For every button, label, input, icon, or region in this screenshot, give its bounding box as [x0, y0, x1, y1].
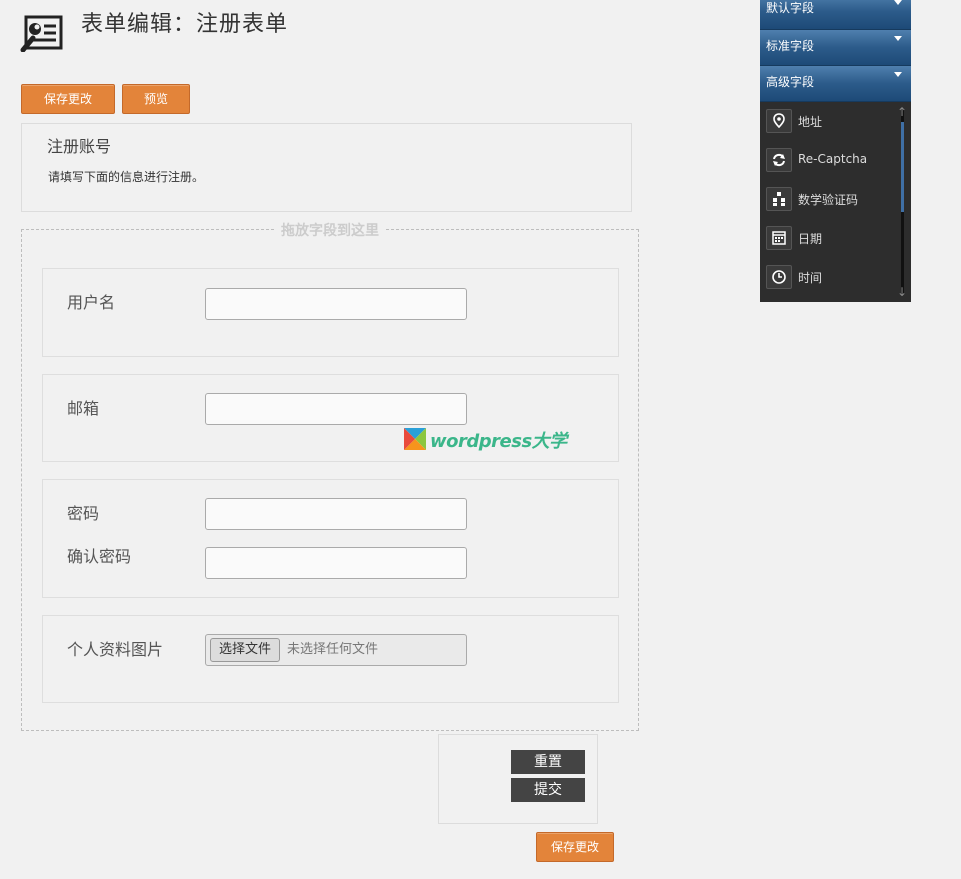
- form-submit-area[interactable]: 重置 提交: [438, 734, 598, 824]
- section-label: 高级字段: [766, 75, 815, 89]
- footer-save-changes-button[interactable]: 保存更改: [536, 832, 614, 862]
- form-heading: 注册账号: [47, 137, 112, 156]
- section-default-fields[interactable]: 默认字段: [760, 0, 911, 30]
- submit-button[interactable]: 提交: [511, 778, 585, 802]
- section-advanced-fields[interactable]: 高级字段: [760, 66, 911, 102]
- form-intro-box[interactable]: 注册账号 请填写下面的信息进行注册。: [21, 123, 632, 212]
- map-pin-icon: [766, 109, 792, 133]
- save-changes-button[interactable]: 保存更改: [21, 84, 115, 114]
- confirm-password-label: 确认密码: [67, 547, 132, 566]
- dropzone-label: 拖放字段到这里: [274, 220, 386, 240]
- form-edit-icon: [20, 15, 63, 52]
- section-label: 默认字段: [766, 1, 815, 15]
- username-input[interactable]: [205, 288, 467, 320]
- field-item-recaptcha[interactable]: Re-Captcha: [766, 148, 904, 172]
- caret-down-icon: [894, 72, 902, 77]
- password-label: 密码: [67, 504, 100, 523]
- field-item-label: 数学验证码: [798, 193, 859, 207]
- field-item-date[interactable]: 日期: [766, 226, 904, 250]
- clock-icon: [766, 265, 792, 289]
- scroll-up-arrow-icon[interactable]: ↑: [897, 106, 907, 118]
- field-item-label: 时间: [798, 271, 823, 285]
- field-item-address[interactable]: 地址: [766, 109, 904, 133]
- page-title: 表单编辑：注册表单: [81, 12, 289, 37]
- field-row-password[interactable]: 密码 确认密码: [42, 479, 619, 598]
- calendar-icon: [766, 226, 792, 250]
- username-label: 用户名: [67, 293, 116, 312]
- reset-button[interactable]: 重置: [511, 750, 585, 774]
- field-item-label: 日期: [798, 232, 823, 246]
- recaptcha-icon: [766, 148, 792, 172]
- email-label: 邮箱: [67, 399, 100, 418]
- preview-button[interactable]: 预览: [122, 84, 190, 114]
- watermark-text: wordpress大学: [430, 431, 567, 452]
- caret-down-icon: [894, 0, 902, 5]
- math-captcha-icon: [766, 187, 792, 211]
- confirm-password-input[interactable]: [205, 547, 467, 579]
- section-standard-fields[interactable]: 标准字段: [760, 30, 911, 66]
- field-item-label: 地址: [798, 115, 823, 129]
- password-input[interactable]: [205, 498, 467, 530]
- field-dropzone[interactable]: 拖放字段到这里 用户名 邮箱 密码 确认密码 个人资料图片 选择文件 未选择任何…: [21, 220, 639, 731]
- email-input[interactable]: [205, 393, 467, 425]
- field-row-username[interactable]: 用户名: [42, 268, 619, 357]
- wordpress-daxue-logo-icon: [404, 428, 426, 450]
- file-status: 未选择任何文件: [287, 642, 379, 657]
- field-row-avatar[interactable]: 个人资料图片 选择文件 未选择任何文件: [42, 615, 619, 703]
- avatar-label: 个人资料图片: [67, 640, 164, 659]
- avatar-file-input[interactable]: 选择文件 未选择任何文件: [205, 634, 467, 666]
- form-description: 请填写下面的信息进行注册。: [48, 170, 205, 184]
- caret-down-icon: [894, 36, 902, 41]
- panel-scrollbar-thumb[interactable]: [901, 122, 904, 212]
- scroll-down-arrow-icon[interactable]: ↓: [897, 286, 907, 298]
- field-item-math-captcha[interactable]: 数学验证码: [766, 187, 904, 211]
- field-item-label: Re-Captcha: [798, 152, 868, 166]
- section-label: 标准字段: [766, 39, 815, 53]
- choose-file-button[interactable]: 选择文件: [210, 638, 281, 662]
- field-item-time[interactable]: 时间: [766, 265, 904, 289]
